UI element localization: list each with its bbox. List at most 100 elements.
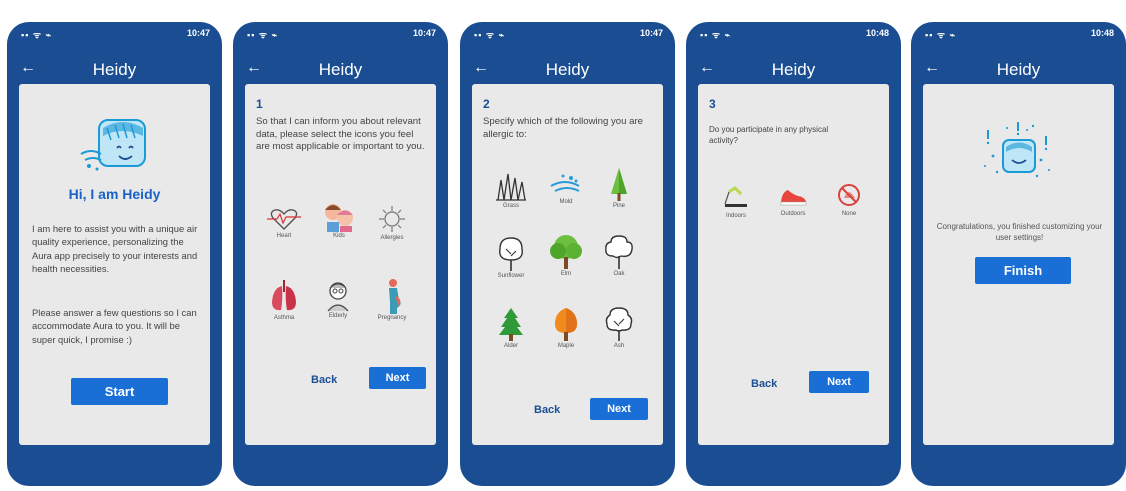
elm-tree-icon bbox=[550, 235, 582, 269]
status-bar: ▪▪ ᯤ ⌁ 10:48 bbox=[925, 28, 1114, 40]
option-label: Indoors bbox=[725, 213, 746, 219]
signal-icon: ▪▪ ᯤ ⌁ bbox=[247, 30, 279, 40]
celebration-icon bbox=[979, 120, 1059, 190]
phone-screen-intro: ▪▪ ᯤ ⌁ 10:47 ← Heidy Hi, I am Heidy I am… bbox=[7, 22, 222, 486]
option-elm[interactable]: Elm bbox=[541, 234, 591, 277]
option-outdoors[interactable]: Outdoors bbox=[768, 184, 818, 217]
option-label: Elderly bbox=[328, 313, 348, 319]
option-heart[interactable]: Heart bbox=[259, 206, 309, 239]
option-label: Grass bbox=[502, 203, 519, 209]
next-button[interactable]: Next bbox=[809, 371, 869, 393]
option-label: Oak bbox=[613, 271, 625, 277]
step-question: Specify which of the following you are a… bbox=[483, 116, 643, 140]
option-label: Maple bbox=[557, 343, 575, 349]
onboarding-card: Hi, I am Heidy I am here to assist you w… bbox=[19, 84, 210, 445]
option-elderly[interactable]: Elderly bbox=[313, 280, 363, 319]
oak-tree-icon bbox=[605, 235, 633, 269]
back-button[interactable]: Back bbox=[534, 404, 560, 416]
status-time: 10:47 bbox=[412, 28, 436, 38]
status-bar: ▪▪ ᯤ ⌁ 10:48 bbox=[700, 28, 889, 40]
option-pine[interactable]: Pine bbox=[594, 166, 644, 209]
header-title: Heidy bbox=[545, 60, 590, 79]
step-card: 2 Specify which of the following you are… bbox=[472, 84, 663, 445]
phone-screen-finish: ▪▪ ᯤ ⌁ 10:48 ← Heidy Congratulations, yo… bbox=[911, 22, 1126, 486]
mold-icon bbox=[550, 174, 580, 192]
header-title: Heidy bbox=[996, 60, 1041, 79]
next-button[interactable]: Next bbox=[369, 367, 426, 389]
back-button[interactable]: Back bbox=[311, 374, 337, 386]
option-none[interactable]: None bbox=[824, 182, 874, 217]
finish-button[interactable]: Finish bbox=[975, 257, 1071, 284]
status-bar: ▪▪ ᯤ ⌁ 10:47 bbox=[21, 28, 210, 40]
signal-icon: ▪▪ ᯤ ⌁ bbox=[21, 30, 53, 40]
option-label: Allergies bbox=[380, 235, 404, 241]
intro-paragraph: I am here to assist you with a unique ai… bbox=[32, 223, 198, 274]
option-asthma[interactable]: Asthma bbox=[259, 280, 309, 321]
next-button[interactable]: Next bbox=[590, 398, 648, 420]
kids-icon bbox=[325, 204, 353, 232]
no-activity-icon bbox=[838, 184, 860, 206]
treadmill-icon bbox=[724, 186, 747, 207]
greeting-heading: Hi, I am Heidy bbox=[68, 186, 161, 202]
option-label: Pine bbox=[612, 203, 625, 209]
lungs-icon bbox=[272, 280, 296, 311]
start-button[interactable]: Start bbox=[71, 378, 168, 405]
ash-tree-icon bbox=[605, 307, 633, 341]
finish-card: Congratulations, you finished customizin… bbox=[923, 84, 1114, 445]
pine-tree-icon bbox=[611, 168, 627, 201]
grass-icon bbox=[496, 173, 526, 201]
step-number: 1 bbox=[256, 97, 263, 111]
option-maple[interactable]: Maple bbox=[541, 306, 591, 349]
signal-icon: ▪▪ ᯤ ⌁ bbox=[474, 30, 506, 40]
option-pregnancy[interactable]: Pregnancy bbox=[367, 278, 417, 321]
option-sunflower[interactable]: Sunflower bbox=[486, 236, 536, 279]
step-number: 3 bbox=[709, 97, 716, 111]
status-bar: ▪▪ ᯤ ⌁ 10:47 bbox=[474, 28, 663, 40]
elderly-icon bbox=[327, 282, 349, 312]
option-ash[interactable]: Ash bbox=[594, 306, 644, 349]
option-indoors[interactable]: Indoors bbox=[711, 184, 761, 219]
option-label: Ash bbox=[613, 343, 625, 349]
status-time: 10:48 bbox=[1090, 28, 1114, 38]
status-time: 10:47 bbox=[639, 28, 663, 38]
running-shoe-icon bbox=[780, 190, 807, 206]
option-label: Heart bbox=[276, 233, 292, 239]
option-kids[interactable]: Kids bbox=[314, 202, 364, 239]
option-label: Mold bbox=[559, 199, 573, 205]
signal-icon: ▪▪ ᯤ ⌁ bbox=[925, 30, 957, 40]
option-mold[interactable]: Mold bbox=[541, 172, 591, 205]
step-question: So that I can inform you about relevant … bbox=[256, 116, 425, 152]
header-title: Heidy bbox=[92, 60, 137, 79]
option-oak[interactable]: Oak bbox=[594, 234, 644, 277]
step-card: 3 Do you participate in any physical act… bbox=[698, 84, 889, 445]
option-allergies[interactable]: Allergies bbox=[367, 204, 417, 241]
step-question: Do you participate in any physical activ… bbox=[709, 125, 829, 145]
option-grass[interactable]: Grass bbox=[486, 172, 536, 209]
header-title: Heidy bbox=[771, 60, 816, 79]
phone-screen-step-1: ▪▪ ᯤ ⌁ 10:47 ← Heidy 1 So that I can inf… bbox=[233, 22, 448, 486]
back-button[interactable]: Back bbox=[751, 378, 777, 390]
step-card: 1 So that I can inform you about relevan… bbox=[245, 84, 436, 445]
option-label: Sunflower bbox=[497, 273, 525, 279]
option-label: Alder bbox=[503, 343, 518, 349]
step-number: 2 bbox=[483, 97, 490, 111]
header-title: Heidy bbox=[318, 60, 363, 79]
pregnancy-icon bbox=[389, 279, 401, 314]
completion-message: Congratulations, you finished customizin… bbox=[936, 222, 1103, 242]
option-alder[interactable]: Alder bbox=[486, 306, 536, 349]
option-label: None bbox=[841, 211, 857, 217]
option-label: Elm bbox=[560, 271, 572, 277]
option-label: Kids bbox=[333, 233, 345, 239]
allergen-icon bbox=[379, 206, 405, 232]
status-bar: ▪▪ ᯤ ⌁ 10:47 bbox=[247, 28, 436, 40]
option-label: Asthma bbox=[273, 315, 295, 321]
alder-tree-icon bbox=[499, 308, 523, 341]
option-label: Pregnancy bbox=[377, 315, 407, 321]
instructions-paragraph: Please answer a few questions so I can a… bbox=[32, 307, 197, 345]
heart-icon bbox=[267, 209, 301, 230]
outline-tree-icon bbox=[499, 237, 523, 271]
status-time: 10:47 bbox=[186, 28, 210, 38]
maple-tree-icon bbox=[555, 308, 577, 341]
signal-icon: ▪▪ ᯤ ⌁ bbox=[700, 30, 732, 40]
phone-screen-step-2: ▪▪ ᯤ ⌁ 10:47 ← Heidy 2 Specify which of … bbox=[460, 22, 675, 486]
